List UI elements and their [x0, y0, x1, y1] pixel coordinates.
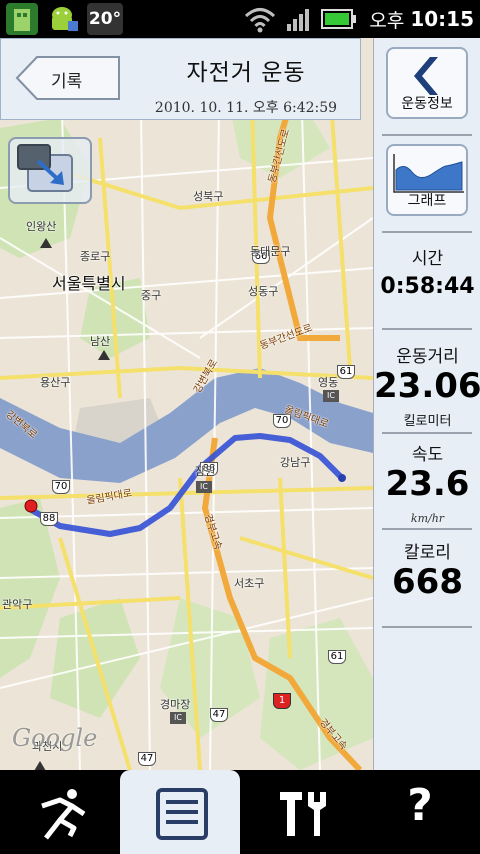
road-shield: 88	[40, 512, 58, 526]
route-start-marker	[24, 499, 38, 513]
map-label: 강남구	[280, 456, 311, 469]
signal-icon	[287, 9, 310, 31]
map-collapse-button[interactable]	[8, 137, 92, 204]
calorie-value: 668	[392, 562, 463, 602]
status-bar: 20° 오후 10:15	[0, 0, 480, 38]
records-tab[interactable]	[120, 770, 240, 854]
distance-value: 23.06	[374, 366, 480, 406]
map-label: 인왕산	[26, 220, 57, 233]
settings-tab[interactable]	[240, 770, 360, 854]
clock-ampm: 오후	[369, 9, 405, 32]
ic-badge: IC	[323, 390, 339, 402]
battery-icon	[321, 9, 357, 29]
calorie-label: 칼로리	[404, 543, 451, 563]
time-value: 0:58:44	[380, 274, 475, 299]
road-shield: 47	[138, 752, 156, 766]
android-icon	[46, 3, 78, 35]
road-shield: 1	[273, 693, 291, 709]
divider	[382, 231, 472, 233]
bottom-nav: ?	[0, 770, 480, 854]
graph-label: 그래프	[407, 193, 447, 209]
header-bar: 기록 자전거 운동 2010. 10. 11. 오후 6:42:59	[0, 38, 361, 120]
list-icon	[156, 788, 208, 840]
back-button-label: 기록	[51, 72, 83, 92]
map-label: 성북구	[193, 190, 224, 203]
map-label: 경마장	[160, 698, 191, 711]
record-datetime: 2010. 10. 11. 오후 6:42:59	[154, 100, 338, 116]
map-label: 종로구	[80, 250, 111, 263]
map-label: 서울특별시	[52, 274, 126, 293]
distance-label: 운동거리	[396, 347, 459, 367]
map-label: 서초구	[234, 577, 265, 590]
shrink-window-icon	[17, 144, 73, 192]
ic-badge: IC	[196, 481, 212, 493]
road-shield: 61	[328, 650, 346, 664]
ic-badge: IC	[170, 712, 186, 724]
speed-unit: km/hr	[410, 512, 445, 525]
temperature-badge: 20°	[87, 3, 123, 35]
road-shield: 61	[337, 365, 355, 379]
divider	[382, 626, 472, 628]
divider	[382, 134, 472, 136]
map-label: 잠원	[195, 465, 216, 478]
map-label: 중구	[141, 289, 162, 302]
help-tab[interactable]: ?	[360, 770, 480, 854]
help-icon: ?	[407, 780, 433, 831]
map-label: 영동	[318, 376, 339, 389]
divider	[382, 328, 472, 330]
exercise-info-button[interactable]: 운동정보	[386, 47, 468, 119]
road-shield: 70	[52, 480, 70, 494]
back-button[interactable]: 기록	[15, 55, 123, 101]
speed-value: 23.6	[385, 464, 470, 504]
map-label: 성동구	[248, 285, 279, 298]
wifi-icon	[245, 8, 276, 33]
exercise-tab[interactable]	[0, 770, 120, 854]
runner-icon	[41, 789, 86, 840]
distance-unit: 킬로미터	[403, 414, 452, 429]
speed-label: 속도	[411, 445, 444, 465]
divider	[382, 528, 472, 530]
graph-button[interactable]: 그래프	[386, 144, 468, 216]
time-label: 시간	[411, 249, 444, 269]
mountain-icon	[34, 761, 46, 770]
map-label: 동대문구	[250, 245, 291, 258]
route-end-marker	[338, 474, 346, 482]
clock-time: 10:15	[410, 7, 474, 31]
map-label: 남산	[90, 335, 111, 348]
road-shield: 47	[210, 708, 228, 722]
page-title: 자전거 운동	[186, 60, 306, 86]
map-label: 용산구	[40, 376, 71, 389]
app-icon	[6, 3, 38, 35]
google-logo: Google	[12, 724, 98, 752]
stats-panel: 운동정보 그래프 시간 0:58:44 운동거리 23.06 킬로미터 속도 2…	[373, 38, 480, 770]
exercise-info-label: 운동정보	[401, 96, 453, 112]
tools-icon	[280, 792, 326, 836]
map-label: 관악구	[2, 598, 33, 611]
divider	[382, 432, 472, 434]
